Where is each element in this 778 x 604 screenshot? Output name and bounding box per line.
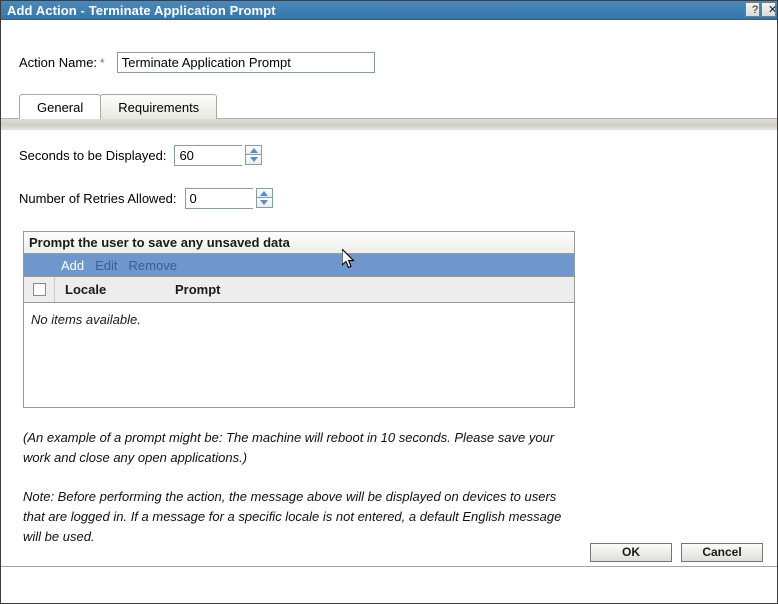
remove-button[interactable]: Remove bbox=[129, 258, 177, 273]
retries-stepper bbox=[184, 188, 273, 209]
seconds-stepper bbox=[174, 145, 263, 166]
example-note: (An example of a prompt might be: The ma… bbox=[23, 430, 555, 465]
dialog-content: Action Name: * General Requirements Seco… bbox=[1, 20, 777, 581]
seconds-label: Seconds to be Displayed: bbox=[19, 148, 167, 163]
retries-label: Number of Retries Allowed: bbox=[19, 191, 177, 206]
prompt-panel-toolbar: Add Edit Remove bbox=[24, 254, 574, 277]
tab-separator-bar bbox=[1, 118, 777, 131]
warning-note: Note: Before performing the action, the … bbox=[23, 489, 562, 544]
cancel-button[interactable]: Cancel bbox=[681, 543, 763, 562]
column-header-locale: Locale bbox=[65, 282, 107, 297]
add-action-dialog: Add Action - Terminate Application Promp… bbox=[0, 0, 778, 604]
action-name-row: Action Name: * bbox=[1, 20, 777, 73]
seconds-row: Seconds to be Displayed: bbox=[1, 131, 777, 166]
window-title: Add Action - Terminate Application Promp… bbox=[7, 2, 276, 18]
help-icon[interactable]: ? bbox=[745, 2, 760, 17]
column-header-prompt: Prompt bbox=[175, 282, 221, 297]
action-name-input[interactable] bbox=[116, 52, 375, 73]
dialog-footer: OK Cancel bbox=[1, 543, 777, 603]
retries-row: Number of Retries Allowed: bbox=[1, 166, 777, 209]
retries-spin-buttons bbox=[255, 188, 273, 209]
retries-spin-up-icon[interactable] bbox=[255, 188, 273, 198]
prompt-table-body: No items available. bbox=[24, 303, 574, 407]
footer-buttons: OK Cancel bbox=[1, 543, 777, 562]
empty-message: No items available. bbox=[31, 312, 141, 327]
seconds-spin-up-icon[interactable] bbox=[245, 145, 263, 155]
title-bar: Add Action - Terminate Application Promp… bbox=[1, 1, 777, 20]
tab-general[interactable]: General bbox=[19, 94, 102, 119]
ok-button[interactable]: OK bbox=[590, 543, 672, 562]
select-all-checkbox[interactable] bbox=[32, 283, 46, 296]
prompt-panel-title: Prompt the user to save any unsaved data bbox=[24, 232, 574, 254]
select-all-cell bbox=[24, 277, 55, 302]
tab-requirements-label: Requirements bbox=[118, 99, 200, 115]
close-icon[interactable]: ✕ bbox=[761, 2, 776, 17]
tab-general-label: General bbox=[37, 99, 84, 115]
edit-button[interactable]: Edit bbox=[95, 258, 117, 273]
prompt-panel: Prompt the user to save any unsaved data… bbox=[23, 231, 575, 408]
add-button[interactable]: Add bbox=[61, 258, 84, 273]
seconds-spin-buttons bbox=[245, 145, 263, 166]
tab-requirements[interactable]: Requirements bbox=[100, 94, 218, 119]
seconds-spin-down-icon[interactable] bbox=[245, 155, 263, 165]
tab-strip: General Requirements bbox=[19, 93, 777, 119]
prompt-table-header: Locale Prompt bbox=[24, 277, 574, 303]
action-name-label: Action Name: bbox=[19, 55, 98, 70]
required-asterisk: * bbox=[100, 55, 105, 70]
seconds-input[interactable] bbox=[174, 145, 243, 166]
retries-spin-down-icon[interactable] bbox=[255, 198, 273, 208]
title-bar-buttons: ? ✕ bbox=[745, 2, 776, 17]
retries-input[interactable] bbox=[184, 188, 253, 209]
